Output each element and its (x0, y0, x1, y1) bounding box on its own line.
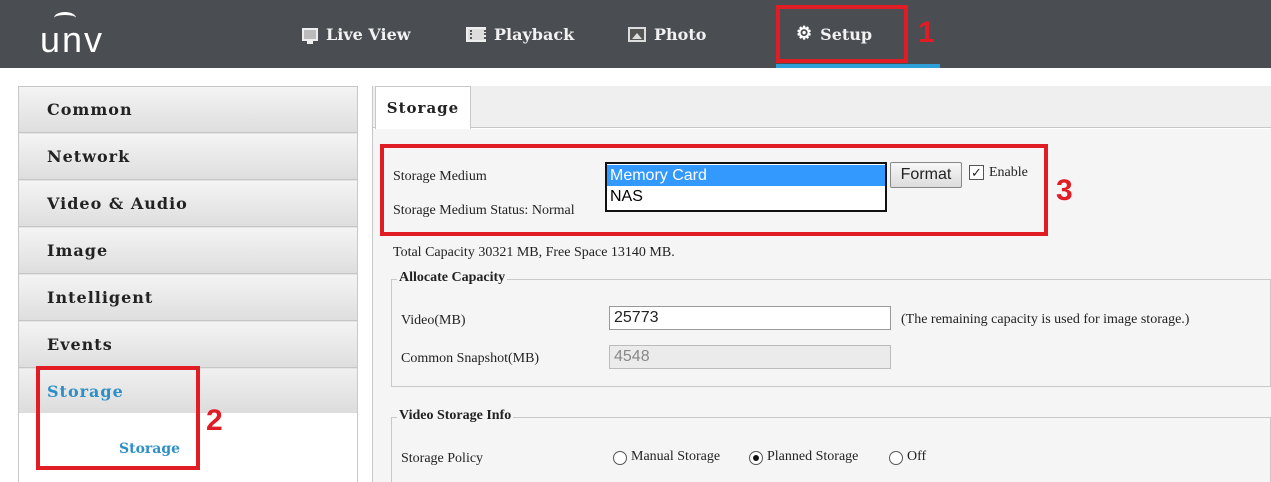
nav-playback[interactable]: Playback (466, 20, 574, 48)
snapshot-mb-label: Common Snapshot(MB) (401, 351, 540, 366)
planned-storage-label: Planned Storage (767, 449, 859, 464)
sidebar-item-label: Image (47, 241, 109, 260)
annotation-box-1 (776, 5, 908, 63)
sidebar-item-label: Network (47, 147, 131, 166)
photo-icon (628, 26, 646, 42)
sidebar-item-label: Video & Audio (47, 194, 188, 213)
nav-playback-label: Playback (494, 24, 575, 44)
active-tab-indicator (776, 64, 940, 68)
manual-storage-radio[interactable] (613, 451, 627, 465)
nav-live-view-label: Live View (326, 24, 411, 44)
sidebar-item-video-audio[interactable]: Video & Audio (19, 181, 357, 227)
monitor-icon (302, 27, 318, 44)
annotation-number-1: 1 (918, 16, 935, 49)
allocate-capacity-group (391, 279, 1271, 387)
annotation-number-2: 2 (206, 404, 223, 437)
sidebar-item-intelligent[interactable]: Intelligent (19, 275, 357, 321)
annotation-box-3 (380, 144, 1048, 236)
annotation-box-2 (36, 366, 200, 470)
logo-text: unv (40, 19, 105, 60)
storage-policy-label: Storage Policy (401, 451, 484, 466)
video-mb-label: Video(MB) (401, 313, 466, 328)
sidebar-item-network[interactable]: Network (19, 134, 357, 180)
sidebar-item-label: Common (47, 100, 133, 119)
film-icon (466, 26, 486, 42)
nav-photo[interactable]: Photo (628, 20, 706, 48)
unv-logo: unv (40, 10, 130, 60)
off-storage-radio[interactable] (889, 451, 903, 465)
sidebar-item-label: Events (47, 335, 113, 354)
top-navigation-bar: unv Live View Playback Photo ⚙ Setup (0, 0, 1271, 68)
sidebar-item-image[interactable]: Image (19, 228, 357, 274)
video-mb-input[interactable]: 25773 (609, 306, 891, 330)
tab-storage[interactable]: Storage (375, 86, 471, 129)
annotation-number-3: 3 (1056, 174, 1073, 207)
manual-storage-label: Manual Storage (631, 449, 721, 464)
allocate-capacity-legend: Allocate Capacity (397, 270, 508, 286)
tab-bar: Storage (373, 86, 1271, 129)
video-capacity-note: (The remaining capacity is used for imag… (901, 312, 1190, 327)
capacity-summary: Total Capacity 30321 MB, Free Space 1314… (393, 245, 675, 260)
nav-photo-label: Photo (654, 24, 707, 44)
snapshot-mb-input[interactable]: 4548 (609, 345, 891, 369)
sidebar-item-common[interactable]: Common (19, 87, 357, 133)
video-storage-info-legend: Video Storage Info (397, 408, 514, 424)
sidebar-item-label: Intelligent (47, 288, 154, 307)
nav-live-view[interactable]: Live View (302, 20, 411, 48)
off-storage-label: Off (907, 449, 927, 464)
planned-storage-radio[interactable] (749, 451, 763, 465)
sidebar-item-events[interactable]: Events (19, 322, 357, 368)
